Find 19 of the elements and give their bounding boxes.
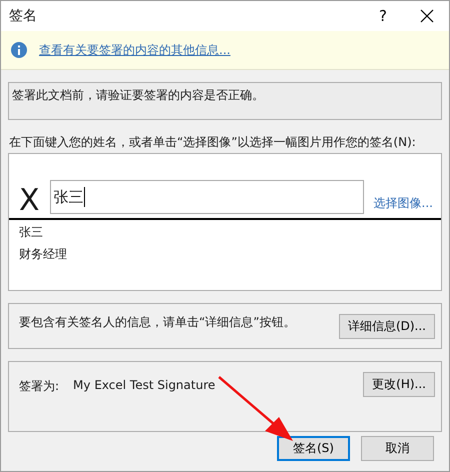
details-button[interactable]: 详细信息(D)... (338, 314, 435, 339)
window-title: 签名 (9, 7, 38, 25)
name-prompt: 在下面键入您的姓名，或者单击“选择图像”以选择一幅图片用作您的签名(N): (8, 134, 417, 150)
signature-name: My Excel Test Signature (73, 378, 216, 392)
change-button[interactable]: 更改(H)... (363, 372, 435, 397)
verify-note: 签署此文档前，请验证要签署的内容是否正确。 (8, 82, 442, 120)
help-button[interactable]: ? (361, 1, 405, 31)
signing-as-label: 签署为: (19, 378, 60, 395)
signature-x-mark: X (19, 186, 40, 216)
name-input-field[interactable]: 张三 (50, 180, 364, 214)
select-image-link[interactable]: 选择图像... (374, 195, 433, 212)
close-icon (420, 9, 434, 23)
dialog-button[interactable]: 取消 (361, 436, 434, 461)
info-icon (11, 42, 27, 58)
more-info-link[interactable]: 查看有关要签署的内容的其他信息... (39, 42, 230, 58)
signer-info: 财务经理 (18, 246, 68, 263)
signer-info: 张三 (18, 224, 44, 241)
details-note: 要包含有关签名人的信息，请单击“详细信息”按钮。 (19, 314, 296, 331)
dialog-button[interactable]: 签名(S) (277, 436, 350, 461)
